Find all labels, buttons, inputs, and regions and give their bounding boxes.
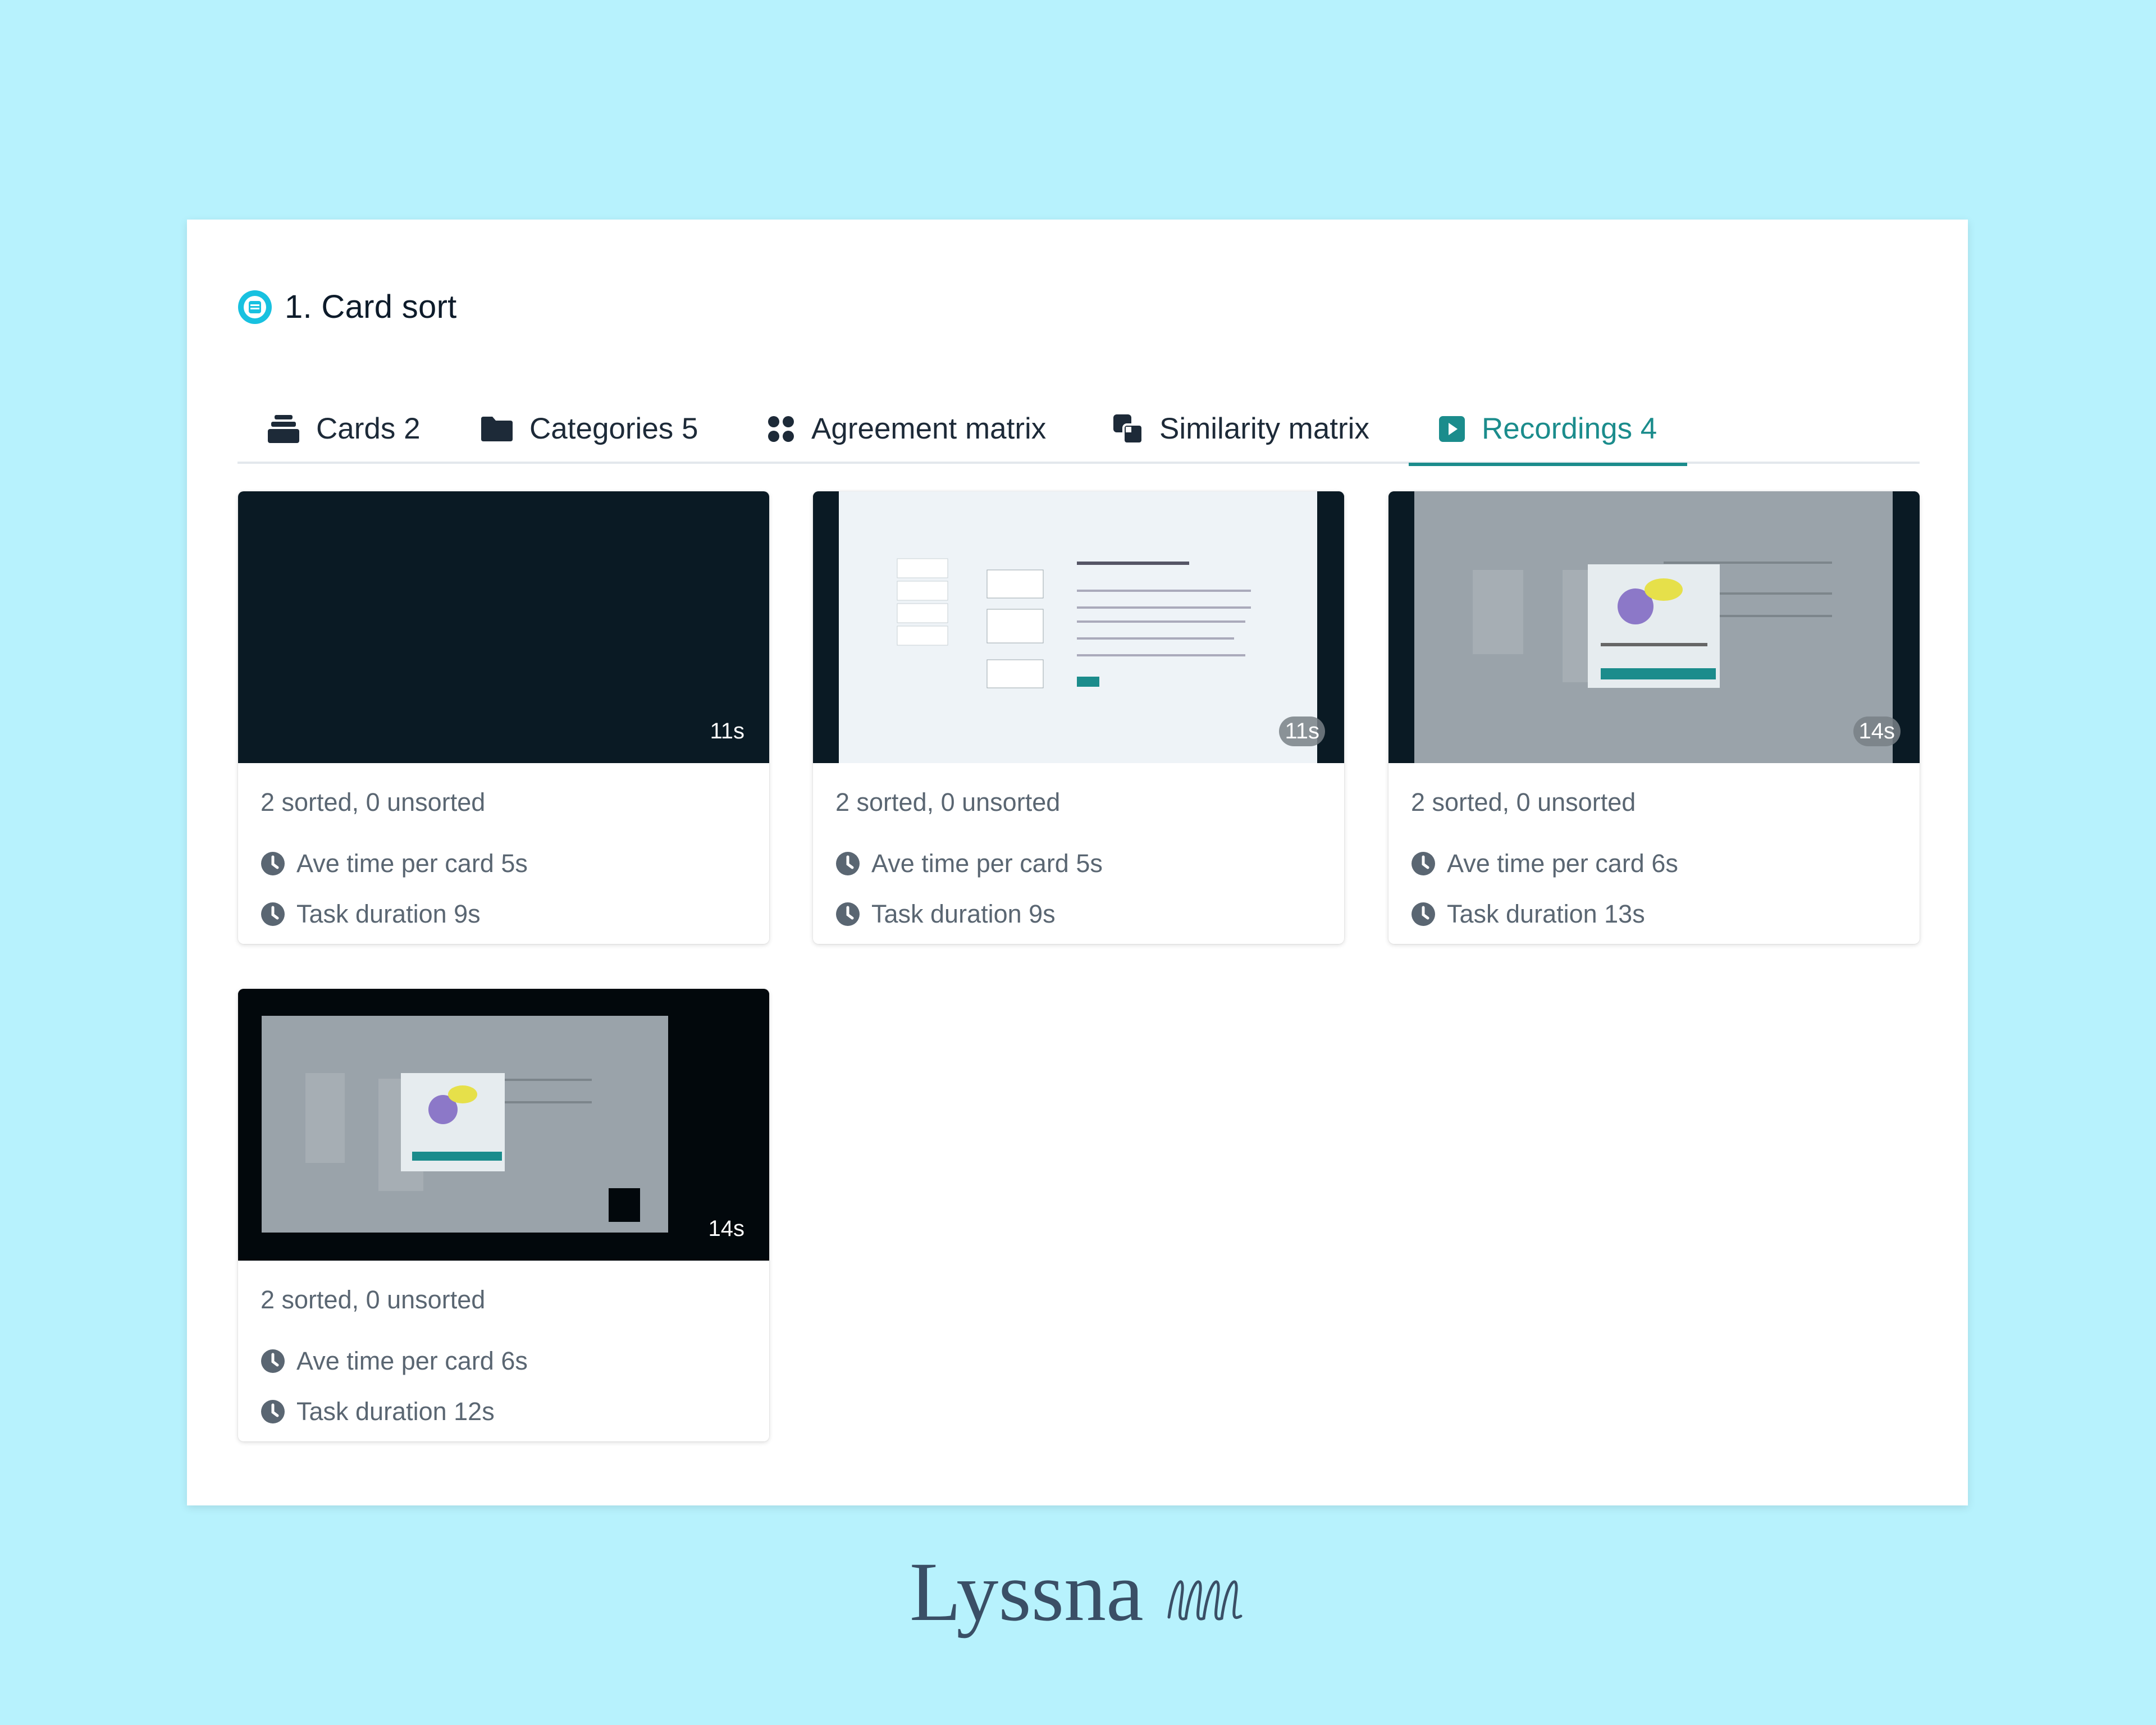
tab-similarity-matrix[interactable]: Similarity matrix [1113, 394, 1369, 464]
task-duration: Task duration 9s [296, 900, 481, 928]
task-duration: Task duration 12s [296, 1397, 495, 1426]
card-sort-icon [238, 290, 272, 324]
lyssna-logo: Lyssna [910, 1550, 1243, 1639]
tab-label: Cards 2 [316, 412, 421, 445]
recording-card[interactable]: 14s 2 sorted, 0 unsorted Ave time per ca… [238, 989, 769, 1441]
overlap-squares-icon [1113, 414, 1143, 444]
tab-categories[interactable]: Categories 5 [481, 394, 698, 464]
cards-stack-icon [268, 414, 299, 443]
section-header: 1. Card sort [237, 288, 457, 326]
ave-time-row: Ave time per card 5s [261, 838, 752, 889]
tab-label: Similarity matrix [1159, 412, 1369, 445]
recording-thumbnail[interactable]: 14s [238, 989, 769, 1261]
recordings-panel: 1. Card sort Cards 2 Categories 5 Agreem… [187, 220, 1968, 1505]
recording-card[interactable]: 14s 2 sorted, 0 unsorted Ave time per ca… [1388, 491, 1920, 944]
duration-badge: 11s [710, 719, 744, 743]
tab-recordings[interactable]: Recordings 4 [1409, 394, 1688, 466]
recording-card[interactable]: 11s 2 sorted, 0 unsorted Ave time per ca… [813, 491, 1344, 944]
duration-badge: 11s [1279, 717, 1325, 746]
task-duration-row: Task duration 13s [1411, 889, 1903, 939]
sorted-summary: 2 sorted, 0 unsorted [261, 1285, 486, 1314]
ave-time-row: Ave time per card 5s [835, 838, 1327, 889]
clock-icon [1412, 852, 1435, 875]
ave-time: Ave time per card 6s [1447, 849, 1678, 878]
sorted-summary: 2 sorted, 0 unsorted [1411, 788, 1636, 816]
task-duration-row: Task duration 12s [261, 1386, 752, 1437]
brand-wordmark: Lyssna [910, 1550, 1144, 1639]
clock-icon [836, 852, 860, 875]
duration-badge: 14s [1853, 717, 1901, 746]
results-tabs: Cards 2 Categories 5 Agreement matrix Si… [237, 394, 1920, 466]
ave-time-row: Ave time per card 6s [261, 1336, 752, 1386]
clock-icon [1412, 902, 1435, 926]
page-title: 1. Card sort [285, 289, 457, 325]
play-square-icon [1439, 416, 1465, 442]
task-duration-row: Task duration 9s [261, 889, 752, 939]
tab-label: Recordings 4 [1482, 412, 1657, 445]
ave-time-row: Ave time per card 6s [1411, 838, 1903, 889]
tab-cards[interactable]: Cards 2 [268, 394, 421, 464]
clock-icon [836, 902, 860, 926]
task-duration: Task duration 9s [871, 900, 1056, 928]
tab-label: Agreement matrix [811, 412, 1047, 445]
sorted-summary: 2 sorted, 0 unsorted [835, 788, 1061, 816]
clock-icon [261, 1349, 285, 1373]
recording-thumbnail[interactable]: 11s [238, 491, 769, 763]
tab-agreement-matrix[interactable]: Agreement matrix [768, 394, 1046, 464]
screen-preview [813, 491, 1344, 763]
task-duration-row: Task duration 9s [835, 889, 1327, 939]
ave-time: Ave time per card 5s [296, 849, 528, 878]
ave-time: Ave time per card 6s [296, 1347, 528, 1375]
grid-dots-icon [768, 416, 794, 442]
screen-preview [238, 989, 769, 1261]
sorted-summary: 2 sorted, 0 unsorted [261, 788, 486, 816]
recording-thumbnail[interactable]: 11s [813, 491, 1344, 763]
screen-preview [1388, 491, 1920, 763]
tab-label: Categories 5 [529, 412, 698, 445]
task-duration: Task duration 13s [1447, 900, 1645, 928]
clock-icon [261, 852, 285, 875]
recording-card[interactable]: 11s 2 sorted, 0 unsorted Ave time per ca… [238, 491, 769, 944]
folder-icon [481, 416, 513, 441]
clock-icon [261, 902, 285, 926]
duration-badge: 14s [708, 1216, 745, 1241]
clock-icon [261, 1400, 285, 1423]
recording-thumbnail[interactable]: 14s [1388, 491, 1920, 763]
ave-time: Ave time per card 5s [871, 849, 1103, 878]
